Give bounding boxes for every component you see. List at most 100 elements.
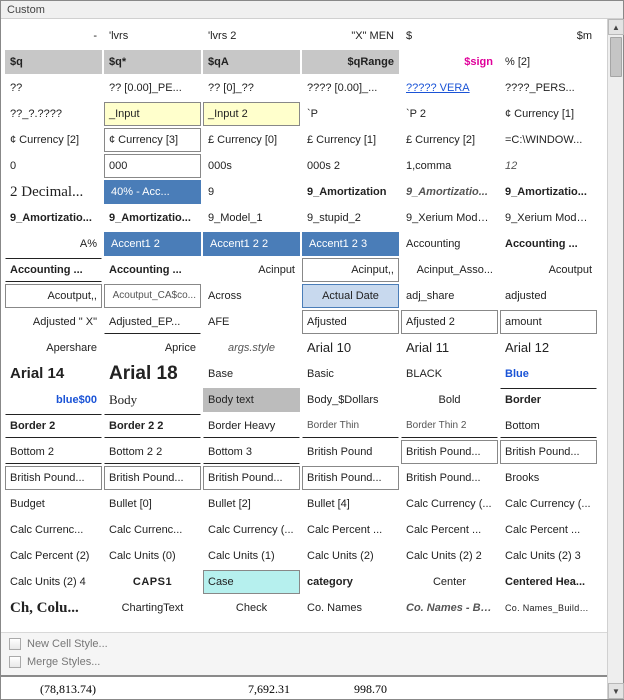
style-cell[interactable]: British Pound...	[203, 466, 300, 490]
style-cell[interactable]: British Pound...	[5, 466, 102, 490]
style-cell[interactable]: Accounting ...	[5, 258, 102, 282]
style-cell[interactable]: A%	[5, 232, 102, 256]
style-cell[interactable]: Bottom 2 2	[104, 440, 201, 464]
style-cell[interactable]: Bottom 3	[203, 440, 300, 464]
style-cell[interactable]: Apershare	[5, 336, 102, 360]
style-cell[interactable]: 40% - Acc...	[104, 180, 201, 204]
style-cell[interactable]: ¢ Currency [3]	[104, 128, 201, 152]
style-cell[interactable]: Basic	[302, 362, 399, 386]
style-cell[interactable]: Border 2 2	[104, 414, 201, 438]
style-cell[interactable]: Across	[203, 284, 300, 308]
style-cell[interactable]: Calc Units (2)	[302, 544, 399, 568]
style-cell[interactable]: 9_Amortization	[302, 180, 399, 204]
style-cell[interactable]: Acoutput	[500, 258, 597, 282]
style-cell[interactable]: amount	[500, 310, 597, 334]
new-cell-style-link[interactable]: New Cell Style...	[9, 635, 615, 653]
style-cell[interactable]: Accounting	[401, 232, 498, 256]
style-cell[interactable]: 000s 2	[302, 154, 399, 178]
style-cell[interactable]: Afjusted 2	[401, 310, 498, 334]
style-cell[interactable]: 'lvrs	[104, 24, 201, 48]
style-cell[interactable]: £ Currency [0]	[203, 128, 300, 152]
style-cell[interactable]: Accent1 2 3	[302, 232, 399, 256]
style-cell[interactable]: Calc Percent ...	[401, 518, 498, 542]
style-cell[interactable]: Calc Currency (...	[203, 518, 300, 542]
style-cell[interactable]: Brooks	[500, 466, 597, 490]
style-cell[interactable]: Acoutput_CA$co...	[104, 284, 201, 308]
style-cell[interactable]: Co. Names - Bo...	[401, 596, 498, 620]
style-cell[interactable]: Acinput	[203, 258, 300, 282]
style-cell[interactable]: =C:\WINDOW...	[500, 128, 597, 152]
scroll-down-button[interactable]: ▼	[608, 683, 624, 699]
style-cell[interactable]: Bullet [4]	[302, 492, 399, 516]
style-cell[interactable]: Bold	[401, 388, 498, 412]
style-cell[interactable]: ChartingText	[104, 596, 201, 620]
style-cell[interactable]: Calc Units (2) 3	[500, 544, 597, 568]
style-cell[interactable]: 9_Xerium Model ...	[500, 206, 597, 230]
style-cell[interactable]: Arial 10	[302, 336, 399, 360]
style-cell[interactable]: Body	[104, 388, 201, 412]
style-cell[interactable]: 9_Model_1	[203, 206, 300, 230]
style-cell[interactable]: £ Currency [1]	[302, 128, 399, 152]
style-cell[interactable]: Afjusted	[302, 310, 399, 334]
style-cell[interactable]: `P	[302, 102, 399, 126]
style-cell[interactable]: Border Thin	[302, 414, 399, 438]
style-cell[interactable]: Calc Units (2) 4	[5, 570, 102, 594]
style-cell[interactable]: $q*	[104, 50, 201, 74]
style-cell[interactable]: Check	[203, 596, 300, 620]
style-cell[interactable]: "X" MEN	[302, 24, 399, 48]
merge-styles-link[interactable]: Merge Styles...	[9, 653, 615, 671]
style-cell[interactable]: Bottom 2	[5, 440, 102, 464]
style-cell[interactable]: $qRange	[302, 50, 399, 74]
style-cell[interactable]: Bullet [2]	[203, 492, 300, 516]
style-cell[interactable]: Arial 11	[401, 336, 498, 360]
style-cell[interactable]: Body text	[203, 388, 300, 412]
style-cell[interactable]: 000s	[203, 154, 300, 178]
style-cell[interactable]: _Input	[104, 102, 201, 126]
style-cell[interactable]: 9_Amortizatio...	[401, 180, 498, 204]
style-cell[interactable]: Center	[401, 570, 498, 594]
vertical-scrollbar[interactable]: ▲ ▼	[607, 19, 623, 699]
style-cell[interactable]: ??_?.????	[5, 102, 102, 126]
style-cell[interactable]: 9_Amortizatio...	[104, 206, 201, 230]
style-cell[interactable]: ??	[5, 76, 102, 100]
style-cell[interactable]: Centered Hea...	[500, 570, 597, 594]
style-cell[interactable]: 000	[104, 154, 201, 178]
style-cell[interactable]: Arial 14	[5, 362, 102, 386]
style-cell[interactable]: _Input 2	[203, 102, 300, 126]
style-cell[interactable]: Acinput_Asso...	[401, 258, 498, 282]
style-cell[interactable]: adj_share	[401, 284, 498, 308]
style-cell[interactable]: -	[5, 24, 102, 48]
style-cell[interactable]: $	[401, 24, 498, 48]
style-cell[interactable]: British Pound...	[401, 440, 498, 464]
style-cell[interactable]: CAPS1	[104, 570, 201, 594]
style-cell[interactable]: $q	[5, 50, 102, 74]
style-cell[interactable]: Calc Percent ...	[500, 518, 597, 542]
style-cell[interactable]: Ch, Colu...	[5, 596, 102, 620]
style-cell[interactable]: % [2]	[500, 50, 597, 74]
style-cell[interactable]: Accent1 2 2	[203, 232, 300, 256]
style-cell[interactable]: Border Thin 2	[401, 414, 498, 438]
style-cell[interactable]: 9_stupid_2	[302, 206, 399, 230]
style-cell[interactable]: Case	[203, 570, 300, 594]
style-cell[interactable]: blue$00	[5, 388, 102, 412]
style-cell[interactable]: British Pound...	[401, 466, 498, 490]
style-cell[interactable]: Aprice	[104, 336, 201, 360]
style-cell[interactable]: args.style	[203, 336, 300, 360]
style-cell[interactable]: Calc Units (0)	[104, 544, 201, 568]
style-cell[interactable]: Adjusted " X"	[5, 310, 102, 334]
style-cell[interactable]: Calc Units (1)	[203, 544, 300, 568]
style-cell[interactable]: Bottom	[500, 414, 597, 438]
style-cell[interactable]: Calc Percent ...	[302, 518, 399, 542]
style-cell[interactable]: Adjusted_EP...	[104, 310, 201, 334]
style-cell[interactable]: Blue	[500, 362, 597, 386]
style-cell[interactable]: Calc Currenc...	[104, 518, 201, 542]
style-cell[interactable]: 9_Amortizatio...	[500, 180, 597, 204]
style-cell[interactable]: Body_$Dollars	[302, 388, 399, 412]
style-cell[interactable]: British Pound	[302, 440, 399, 464]
style-cell[interactable]: Calc Units (2) 2	[401, 544, 498, 568]
style-cell[interactable]: AFE	[203, 310, 300, 334]
style-cell[interactable]: Acinput,,	[302, 258, 399, 282]
style-cell[interactable]: Acoutput,,	[5, 284, 102, 308]
style-cell[interactable]: Accounting ...	[500, 232, 597, 256]
style-cell[interactable]: Budget	[5, 492, 102, 516]
